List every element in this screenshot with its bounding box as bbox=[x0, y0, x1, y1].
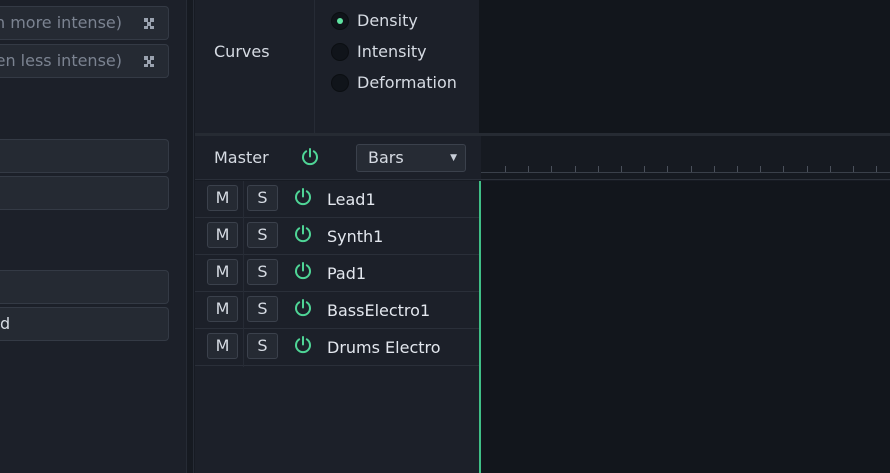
dropdown-caret-icon: ▼ bbox=[450, 153, 457, 163]
track-name: Drums Electro bbox=[327, 338, 441, 357]
track-row-pad1[interactable]: M S Pad1 bbox=[195, 255, 480, 292]
left-button-6-label: d bbox=[0, 314, 11, 333]
grid-unit-value: Bars bbox=[368, 148, 404, 167]
track-row-synth1[interactable]: M S Synth1 bbox=[195, 218, 480, 255]
track-power-button[interactable] bbox=[293, 224, 313, 244]
ruler-tick bbox=[853, 166, 854, 172]
track-power-button[interactable] bbox=[293, 187, 313, 207]
solo-button[interactable]: S bbox=[247, 185, 278, 211]
mute-button[interactable]: M bbox=[207, 259, 238, 285]
timeline-ruler[interactable] bbox=[481, 136, 890, 180]
ruler-tick bbox=[621, 166, 622, 172]
track-power-button[interactable] bbox=[293, 261, 313, 281]
curve-option-label: Intensity bbox=[357, 42, 427, 61]
ruler-tick bbox=[644, 166, 645, 172]
mute-button[interactable]: M bbox=[207, 185, 238, 211]
arrangement-area[interactable] bbox=[481, 181, 890, 473]
radio-unselected-icon bbox=[331, 43, 349, 61]
radio-selected-icon bbox=[331, 12, 349, 30]
left-button-3[interactable] bbox=[0, 139, 169, 173]
track-power-button[interactable] bbox=[293, 335, 313, 355]
ruler-tick bbox=[598, 166, 599, 172]
track-power-button[interactable] bbox=[293, 298, 313, 318]
curves-label: Curves bbox=[214, 42, 270, 61]
ruler-tick bbox=[505, 166, 506, 172]
ruler-tick bbox=[807, 166, 808, 172]
left-button-5[interactable] bbox=[0, 270, 169, 304]
less-intense-label: ven less intense) bbox=[0, 51, 122, 70]
ruler-tick bbox=[691, 166, 692, 172]
track-controls-divider bbox=[243, 181, 244, 367]
master-power-button[interactable] bbox=[300, 147, 320, 167]
track-name: BassElectro1 bbox=[327, 301, 431, 320]
ruler-tick bbox=[714, 166, 715, 172]
solo-button[interactable]: S bbox=[247, 259, 278, 285]
track-name: Pad1 bbox=[327, 264, 367, 283]
power-icon bbox=[302, 148, 318, 166]
ruler-tick bbox=[528, 166, 529, 172]
solo-button[interactable]: S bbox=[247, 333, 278, 359]
playhead[interactable] bbox=[479, 181, 481, 473]
track-name: Lead1 bbox=[327, 190, 376, 209]
left-panel: ven more intense) ven less intense) d bbox=[0, 0, 190, 473]
ruler-tick bbox=[876, 166, 877, 172]
ruler-tick bbox=[783, 166, 784, 172]
grid-unit-select[interactable]: Bars ▼ bbox=[356, 144, 466, 172]
power-icon bbox=[295, 188, 311, 206]
ruler-baseline bbox=[481, 172, 890, 173]
ruler-tick bbox=[667, 166, 668, 172]
master-label: Master bbox=[214, 148, 269, 167]
track-row-lead1[interactable]: M S Lead1 bbox=[195, 181, 480, 218]
mute-button[interactable]: M bbox=[207, 222, 238, 248]
curve-option-label: Density bbox=[357, 11, 418, 30]
mute-button[interactable]: M bbox=[207, 296, 238, 322]
power-icon bbox=[295, 225, 311, 243]
curves-divider bbox=[314, 0, 315, 133]
curve-editor-area[interactable] bbox=[479, 0, 890, 133]
solo-button[interactable]: S bbox=[247, 222, 278, 248]
less-intense-button[interactable]: ven less intense) bbox=[0, 44, 169, 78]
mute-button[interactable]: M bbox=[207, 333, 238, 359]
track-row-basselectro1[interactable]: M S BassElectro1 bbox=[195, 292, 480, 329]
left-button-6[interactable]: d bbox=[0, 307, 169, 341]
power-icon bbox=[295, 262, 311, 280]
ruler-tick bbox=[575, 166, 576, 172]
ruler-tick bbox=[551, 166, 552, 172]
more-intense-label: ven more intense) bbox=[0, 13, 122, 32]
curve-option-label: Deformation bbox=[357, 73, 457, 92]
ruler-tick bbox=[830, 166, 831, 172]
track-name: Synth1 bbox=[327, 227, 384, 246]
power-icon bbox=[295, 299, 311, 317]
ruler-tick bbox=[760, 166, 761, 172]
more-intense-button[interactable]: ven more intense) bbox=[0, 6, 169, 40]
power-icon bbox=[295, 336, 311, 354]
ruler-tick bbox=[737, 166, 738, 172]
left-button-4[interactable] bbox=[0, 176, 169, 210]
radio-unselected-icon bbox=[331, 74, 349, 92]
solo-button[interactable]: S bbox=[247, 296, 278, 322]
track-row-drums-electro[interactable]: M S Drums Electro bbox=[195, 329, 480, 366]
panel-splitter[interactable] bbox=[186, 0, 194, 473]
dice-icon bbox=[142, 45, 156, 77]
dice-icon bbox=[142, 7, 156, 39]
